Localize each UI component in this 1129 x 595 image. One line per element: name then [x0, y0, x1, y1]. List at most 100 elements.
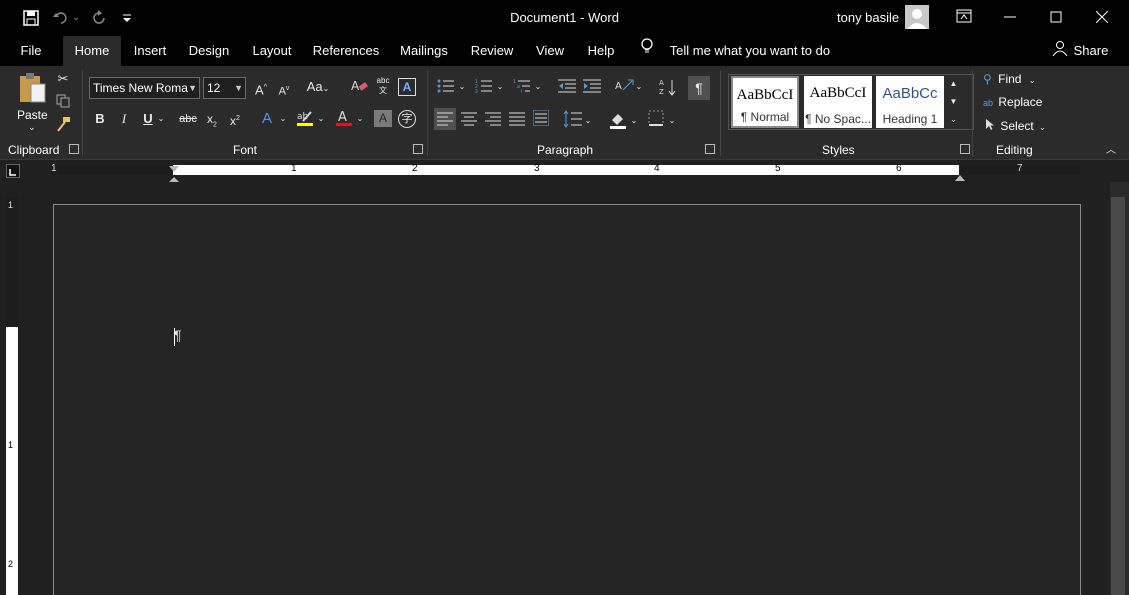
font-size-combo[interactable]: 12 ▼ — [203, 77, 246, 99]
select-dropdown-icon[interactable]: ⌄ — [1039, 123, 1046, 132]
tab-home[interactable]: Home — [63, 36, 121, 66]
numbering-icon[interactable]: 123 — [474, 78, 494, 99]
close-icon[interactable] — [1090, 6, 1114, 30]
highlight-icon[interactable]: ab — [295, 108, 315, 133]
borders-dropdown-icon[interactable]: ⌄ — [667, 112, 677, 130]
find-dropdown-icon[interactable]: ⌄ — [1029, 76, 1036, 85]
justify-icon[interactable] — [508, 112, 526, 131]
tab-view[interactable]: View — [529, 36, 571, 66]
shading-icon[interactable] — [608, 110, 628, 135]
vertical-ruler[interactable]: 1 1 2 — [6, 197, 18, 595]
paragraph-group-label: Paragraph — [537, 143, 594, 157]
show-formatting-marks-icon[interactable]: ¶ — [688, 76, 710, 100]
title-bar: ⌄ Document1 - Word tony basile — [0, 0, 1129, 36]
grow-font-icon[interactable]: A^ — [252, 79, 270, 99]
borders-icon[interactable] — [646, 110, 666, 131]
subscript-icon[interactable]: x2 — [203, 110, 221, 134]
align-left-icon[interactable] — [434, 108, 456, 130]
styles-more-icon[interactable]: ⌄ — [947, 112, 960, 128]
font-name-dropdown-icon[interactable]: ▼ — [188, 78, 197, 98]
tab-insert[interactable]: Insert — [128, 36, 172, 66]
highlight-dropdown-icon[interactable]: ⌄ — [316, 110, 326, 128]
multilevel-list-icon[interactable]: 1ai — [512, 78, 532, 99]
enclose-characters-icon[interactable]: 字 — [398, 110, 416, 128]
numbering-dropdown-icon[interactable]: ⌄ — [495, 78, 505, 96]
decrease-indent-icon[interactable] — [557, 78, 577, 99]
tell-me-box[interactable]: Tell me what you want to do — [640, 36, 830, 66]
sort-icon[interactable]: AZ — [658, 78, 678, 101]
tab-review[interactable]: Review — [464, 36, 520, 66]
style-no-spacing[interactable]: AaBbCcI ¶ No Spac... — [804, 76, 872, 128]
multilevel-dropdown-icon[interactable]: ⌄ — [533, 78, 543, 96]
strikethrough-icon[interactable]: abc — [177, 110, 199, 128]
horizontal-ruler[interactable]: 1 1 2 3 4 5 6 7 — [0, 160, 1129, 186]
text-effects-dropdown-icon[interactable]: ⌄ — [278, 110, 288, 128]
maximize-icon[interactable] — [1044, 6, 1068, 30]
vruler-number: 2 — [8, 559, 14, 569]
font-name-combo[interactable]: Times New Roma ▼ — [89, 77, 200, 99]
paste-icon[interactable] — [16, 72, 48, 104]
bold-icon[interactable]: B — [92, 110, 108, 128]
select-button[interactable]: Select ⌄ — [985, 118, 1046, 133]
align-center-icon[interactable] — [460, 112, 478, 131]
tab-references[interactable]: References — [308, 36, 384, 66]
style-heading-1[interactable]: AaBbCc Heading 1 — [876, 76, 944, 128]
tab-layout[interactable]: Layout — [246, 36, 298, 66]
phonetic-guide-icon[interactable]: abc 文 — [373, 76, 393, 96]
collapse-ribbon-icon[interactable]: ︿ — [1104, 142, 1118, 160]
underline-dropdown-icon[interactable]: ⌄ — [156, 110, 166, 128]
asian-layout-icon[interactable]: A — [614, 78, 634, 101]
shading-dropdown-icon[interactable]: ⌄ — [629, 112, 639, 130]
paragraph-launcher-icon[interactable] — [705, 144, 715, 154]
font-size-dropdown-icon[interactable]: ▼ — [234, 78, 243, 98]
minimize-icon[interactable] — [998, 6, 1022, 30]
style-heading-1-name: Heading 1 — [882, 112, 938, 126]
style-normal[interactable]: AaBbCcI ¶ Normal — [731, 76, 799, 128]
ribbon-display-options-icon[interactable] — [952, 6, 976, 30]
find-button[interactable]: ⚲ Find ⌄ — [983, 72, 1036, 86]
tab-mailings[interactable]: Mailings — [393, 36, 455, 66]
format-painter-icon[interactable] — [54, 116, 72, 137]
share-button[interactable]: Share — [1052, 36, 1108, 66]
underline-icon[interactable]: U — [140, 110, 156, 128]
bullets-icon[interactable] — [436, 78, 456, 99]
align-right-icon[interactable] — [484, 112, 502, 131]
asian-layout-dropdown-icon[interactable]: ⌄ — [634, 78, 644, 96]
tab-design[interactable]: Design — [183, 36, 235, 66]
cut-icon[interactable]: ✂ — [54, 70, 72, 88]
styles-scroll-down-icon[interactable]: ▼ — [947, 94, 960, 110]
copy-icon[interactable] — [54, 94, 72, 113]
distributed-icon[interactable] — [532, 109, 550, 131]
vruler-number: 1 — [8, 200, 14, 210]
font-color-icon[interactable]: A — [334, 108, 354, 133]
bullets-dropdown-icon[interactable]: ⌄ — [457, 78, 467, 96]
vruler-number: 1 — [8, 440, 14, 450]
font-launcher-icon[interactable] — [413, 144, 423, 154]
italic-icon[interactable]: I — [116, 110, 132, 128]
character-border-icon[interactable]: A — [398, 78, 416, 96]
text-effects-icon[interactable]: A — [258, 110, 276, 128]
line-spacing-icon[interactable] — [563, 110, 583, 133]
user-name[interactable]: tony basile — [837, 10, 899, 25]
paste-label[interactable]: Paste — [17, 108, 48, 122]
increase-indent-icon[interactable] — [582, 78, 602, 99]
clipboard-launcher-icon[interactable] — [69, 144, 79, 154]
styles-scroll-up-icon[interactable]: ▲ — [947, 76, 960, 92]
document-page[interactable]: ¶ — [53, 204, 1081, 595]
change-case-icon[interactable]: Aa⌄ — [304, 78, 332, 98]
superscript-icon[interactable]: x2 — [226, 110, 244, 130]
tab-file[interactable]: File — [12, 36, 50, 66]
shrink-font-icon[interactable]: Av — [275, 80, 293, 101]
styles-launcher-icon[interactable] — [960, 144, 970, 154]
avatar[interactable] — [905, 5, 929, 29]
tab-help[interactable]: Help — [580, 36, 622, 66]
clear-formatting-icon[interactable]: A — [350, 78, 370, 99]
line-spacing-dropdown-icon[interactable]: ⌄ — [583, 112, 593, 130]
replace-button[interactable]: ab Replace — [983, 95, 1042, 109]
font-color-dropdown-icon[interactable]: ⌄ — [355, 110, 365, 128]
tab-selector-icon[interactable] — [6, 164, 20, 178]
scrollbar-thumb[interactable] — [1111, 197, 1125, 595]
replace-label: Replace — [998, 95, 1043, 109]
character-shading-icon[interactable]: A — [374, 110, 392, 127]
paste-dropdown-icon[interactable]: ⌄ — [28, 122, 36, 133]
